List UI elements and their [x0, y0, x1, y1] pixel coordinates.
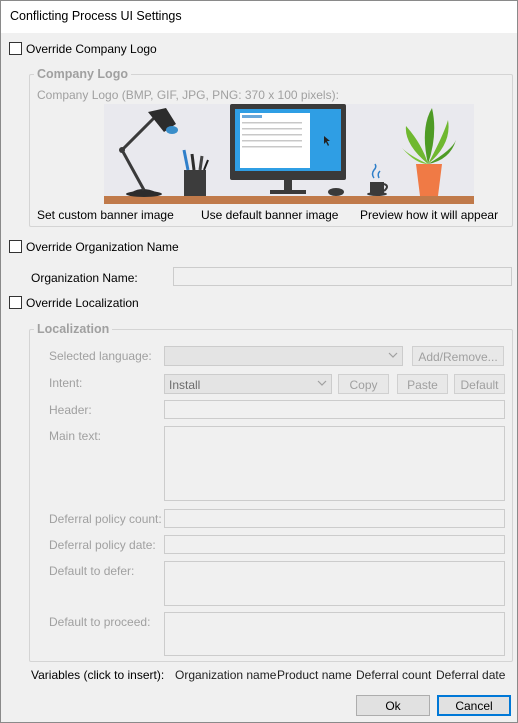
main-text-label: Main text:: [49, 429, 102, 443]
override-logo-label[interactable]: Override Company Logo: [26, 42, 157, 56]
override-org-name-checkbox[interactable]: [9, 240, 22, 253]
main-text-area[interactable]: [164, 426, 505, 501]
default-proceed-label: Default to proceed:: [49, 615, 151, 629]
intent-value: Install: [169, 378, 201, 392]
default-proceed-area[interactable]: [164, 612, 505, 656]
organization-name-input[interactable]: [173, 267, 512, 286]
cancel-button[interactable]: Cancel: [437, 695, 511, 716]
ok-button[interactable]: Ok: [356, 695, 430, 716]
title-bar: Conflicting Process UI Settings: [1, 1, 517, 33]
selected-language-dropdown[interactable]: [164, 346, 403, 366]
variable-product-name[interactable]: Product name: [277, 668, 352, 682]
default-button[interactable]: Default: [454, 374, 505, 394]
override-localization-checkbox[interactable]: [9, 296, 22, 309]
intent-dropdown[interactable]: Install: [164, 374, 332, 394]
variable-deferral-count[interactable]: Deferral count: [356, 668, 431, 682]
deferral-count-input[interactable]: [164, 509, 505, 528]
header-input[interactable]: [164, 400, 505, 419]
logo-format-hint: Company Logo (BMP, GIF, JPG, PNG: 370 x …: [37, 88, 339, 102]
copy-button[interactable]: Copy: [338, 374, 389, 394]
use-default-banner-link[interactable]: Use default banner image: [201, 208, 338, 222]
dialog-window: Conflicting Process UI Settings Override…: [0, 0, 518, 723]
chevron-down-icon: [317, 380, 327, 386]
company-logo-group-title: Company Logo: [34, 67, 131, 81]
window-title: Conflicting Process UI Settings: [10, 9, 182, 23]
organization-name-label: Organization Name:: [31, 271, 138, 285]
set-custom-banner-link[interactable]: Set custom banner image: [37, 208, 174, 222]
deferral-date-label: Deferral policy date:: [49, 538, 156, 552]
variable-deferral-date[interactable]: Deferral date: [436, 668, 505, 682]
default-defer-area[interactable]: [164, 561, 505, 606]
override-localization-label[interactable]: Override Localization: [26, 296, 139, 310]
banner-image: [104, 104, 474, 204]
localization-group-title: Localization: [34, 322, 113, 336]
variable-organization-name[interactable]: Organization name: [175, 668, 276, 682]
default-defer-label: Default to defer:: [49, 564, 135, 578]
deferral-date-input[interactable]: [164, 535, 505, 554]
variables-label: Variables (click to insert):: [31, 668, 165, 682]
intent-label: Intent:: [49, 376, 83, 390]
preview-banner-link[interactable]: Preview how it will appear: [360, 208, 498, 222]
override-org-name-label[interactable]: Override Organization Name: [26, 240, 179, 254]
chevron-down-icon: [388, 352, 398, 358]
header-label: Header:: [49, 403, 92, 417]
deferral-count-label: Deferral policy count:: [49, 512, 162, 526]
override-logo-checkbox[interactable]: [9, 42, 22, 55]
selected-language-label: Selected language:: [49, 349, 152, 363]
add-remove-button[interactable]: Add/Remove...: [412, 346, 504, 366]
paste-button[interactable]: Paste: [397, 374, 448, 394]
